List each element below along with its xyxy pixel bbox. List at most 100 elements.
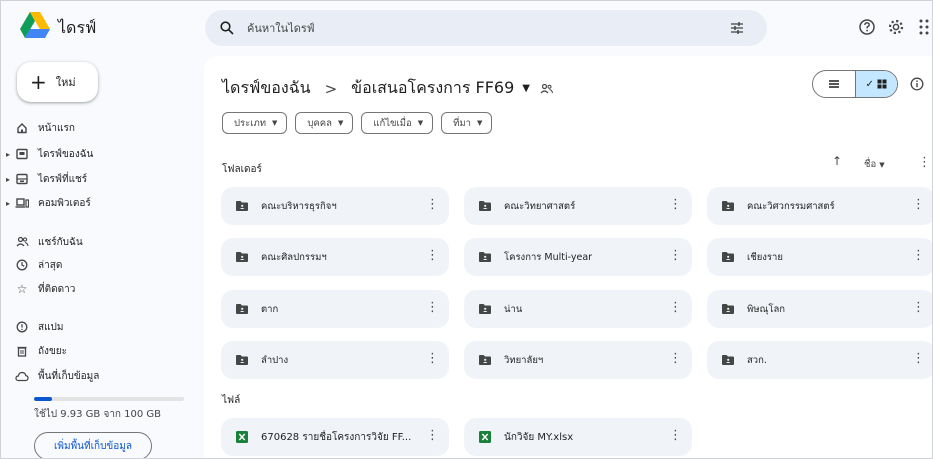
- folder-card[interactable]: คณะบริหารธุรกิจฯ ⋮: [221, 187, 449, 225]
- more-options-icon[interactable]: ⋮: [669, 300, 682, 315]
- folder-name: สวก.: [747, 354, 767, 366]
- main-content: ไดรฟ์ของฉัน > ข้อเสนอโครงการ FF69 ▼ ✓ ปร…: [204, 56, 933, 459]
- get-more-storage-button[interactable]: เพิ่มพื้นที่เก็บข้อมูล: [34, 432, 152, 459]
- app-title: ไดรฟ์: [58, 18, 97, 37]
- sidebar-item-shared-drives[interactable]: ▸ ไดรฟ์ที่แชร์: [0, 169, 87, 189]
- sidebar-item-spam[interactable]: สแปม: [0, 317, 64, 337]
- sort-by-label: ชื่อ: [864, 159, 877, 170]
- search-options-icon[interactable]: [729, 20, 745, 36]
- new-button-label: ใหม่: [55, 76, 76, 89]
- shared-folder-icon: [722, 252, 734, 262]
- list-view-icon: [828, 80, 839, 88]
- sidebar-item-label: พื้นที่เก็บข้อมูล: [38, 370, 100, 382]
- apps-grid-icon[interactable]: [918, 18, 933, 36]
- sidebar-item-label: ไดรฟ์ของฉัน: [38, 148, 94, 160]
- folders-section-title: โฟลเดอร์: [222, 164, 262, 175]
- breadcrumb-root[interactable]: ไดรฟ์ของฉัน: [222, 76, 311, 101]
- expand-arrow-icon[interactable]: ▸: [0, 150, 10, 159]
- folder-name: ตาก: [261, 303, 279, 315]
- folder-card[interactable]: ลำปาง ⋮: [221, 341, 449, 379]
- folder-card[interactable]: เชียงราย ⋮: [707, 238, 933, 276]
- more-options-icon[interactable]: ⋮: [669, 248, 682, 263]
- plus-icon: +: [30, 70, 47, 94]
- folder-name: เชียงราย: [747, 251, 783, 263]
- new-button[interactable]: + ใหม่: [17, 62, 98, 102]
- folder-card[interactable]: วิทยาลัยฯ ⋮: [464, 341, 692, 379]
- folder-card[interactable]: สวก. ⋮: [707, 341, 933, 379]
- filter-source[interactable]: ที่มา ▼: [441, 112, 493, 134]
- sidebar-item-trash[interactable]: ถังขยะ: [0, 341, 67, 361]
- folder-name: คณะศิลปกรรมฯ: [261, 251, 327, 263]
- sidebar-item-label: ที่ติดดาว: [38, 283, 76, 295]
- shared-folder-icon: [479, 304, 491, 314]
- more-options-icon[interactable]: ⋮: [912, 197, 925, 212]
- sidebar-item-label: แชร์กับฉัน: [38, 236, 83, 248]
- folder-name: คณะบริหารธุรกิจฯ: [261, 200, 337, 212]
- folder-card[interactable]: คณะวิศวกรรมศาสตร์ ⋮: [707, 187, 933, 225]
- star-icon: ☆: [16, 282, 28, 296]
- storage-usage-bar: [34, 397, 184, 401]
- more-options-icon[interactable]: ⋮: [426, 248, 439, 263]
- more-options-icon[interactable]: ⋮: [669, 197, 682, 212]
- shared-folder-icon: [479, 355, 491, 365]
- more-options-icon[interactable]: ⋮: [912, 248, 925, 263]
- settings-gear-icon[interactable]: [887, 18, 905, 36]
- search-icon[interactable]: [219, 20, 235, 36]
- shared-folder-icon: [479, 252, 491, 262]
- folder-card[interactable]: คณะศิลปกรรมฯ ⋮: [221, 238, 449, 276]
- sort-direction-arrow-icon[interactable]: ↑: [832, 154, 842, 168]
- search-bar[interactable]: ค้นหาในไดรฟ์: [205, 10, 767, 46]
- filter-type[interactable]: ประเภท ▼: [222, 112, 288, 134]
- storage-usage-text: ใช้ไป 9.93 GB จาก 100 GB: [34, 409, 162, 420]
- view-toggle[interactable]: ✓: [812, 70, 898, 98]
- folder-menu-dropdown-icon[interactable]: ▼: [522, 83, 530, 94]
- filter-modified-label: แก้ไขเมื่อ: [373, 117, 412, 129]
- more-options-icon[interactable]: ⋮: [912, 300, 925, 315]
- more-options-icon[interactable]: ⋮: [426, 351, 439, 366]
- sidebar-item-starred[interactable]: ☆ ที่ติดดาว: [0, 279, 76, 299]
- sidebar-item-my-drive[interactable]: ▸ ไดรฟ์ของฉัน: [0, 144, 93, 164]
- sidebar-item-recent[interactable]: ล่าสุด: [0, 255, 62, 275]
- folder-card[interactable]: คณะวิทยาศาสตร์ ⋮: [464, 187, 692, 225]
- help-icon[interactable]: [858, 18, 876, 36]
- filter-modified[interactable]: แก้ไขเมื่อ ▼: [361, 112, 434, 134]
- folder-card[interactable]: โครงการ Multi-year ⋮: [464, 238, 692, 276]
- people-icon: [12, 236, 32, 248]
- more-options-icon[interactable]: ⋮: [426, 197, 439, 212]
- sidebar-item-label: ไดรฟ์ที่แชร์: [38, 173, 88, 185]
- storage-usage-fill: [34, 397, 52, 401]
- sidebar-item-label: สแปม: [38, 321, 64, 333]
- more-options-icon[interactable]: ⋮: [426, 428, 439, 443]
- file-card[interactable]: นักวิจัย MY.xlsx ⋮: [464, 418, 692, 456]
- folder-name: พิษณุโลก: [747, 303, 786, 315]
- sidebar-item-label: ถังขยะ: [38, 345, 68, 357]
- info-icon[interactable]: [910, 77, 924, 91]
- sidebar-item-shared-with-me[interactable]: แชร์กับฉัน: [0, 232, 83, 252]
- breadcrumb-current-folder[interactable]: ข้อเสนอโครงการ FF69: [351, 76, 514, 101]
- more-options-icon[interactable]: ⋮: [918, 155, 931, 170]
- sidebar-item-home[interactable]: หน้าแรก: [0, 118, 75, 138]
- sidebar-item-computers[interactable]: ▸ คอมพิวเตอร์: [0, 193, 91, 213]
- list-view-button[interactable]: [813, 71, 855, 97]
- more-options-icon[interactable]: ⋮: [912, 351, 925, 366]
- filter-people[interactable]: บุคคล ▼: [295, 112, 354, 134]
- grid-view-button[interactable]: ✓: [854, 71, 897, 97]
- folder-name: ลำปาง: [261, 354, 289, 366]
- more-options-icon[interactable]: ⋮: [426, 300, 439, 315]
- shared-folder-icon: [236, 252, 248, 262]
- breadcrumb-separator: >: [324, 79, 338, 98]
- folder-card[interactable]: ตาก ⋮: [221, 290, 449, 328]
- expand-arrow-icon[interactable]: ▸: [0, 199, 10, 208]
- more-options-icon[interactable]: ⋮: [669, 351, 682, 366]
- folder-card[interactable]: น่าน ⋮: [464, 290, 692, 328]
- shared-folder-icon: [236, 304, 248, 314]
- more-options-icon[interactable]: ⋮: [669, 428, 682, 443]
- folder-name: คณะวิศวกรรมศาสตร์: [747, 200, 835, 212]
- search-input[interactable]: ค้นหาในไดรฟ์: [247, 19, 315, 37]
- clock-icon: [12, 259, 32, 271]
- sort-by-dropdown[interactable]: ชื่อ ▼: [864, 157, 885, 172]
- expand-arrow-icon[interactable]: ▸: [0, 175, 10, 184]
- sidebar-item-storage[interactable]: พื้นที่เก็บข้อมูล: [0, 366, 99, 386]
- file-card[interactable]: 670628 รายชื่อโครงการวิจัย FF... ⋮: [221, 418, 449, 456]
- folder-card[interactable]: พิษณุโลก ⋮: [707, 290, 933, 328]
